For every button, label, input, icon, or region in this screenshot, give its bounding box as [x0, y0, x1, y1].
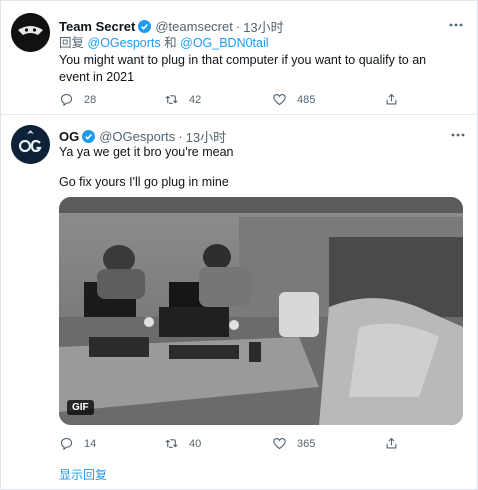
more-icon[interactable] [450, 127, 466, 143]
retweet-button[interactable]: 42 [164, 92, 201, 107]
tweet-text: You might want to plug in that computer … [59, 53, 427, 84]
team-secret-avatar-icon[interactable] [11, 13, 50, 52]
retweet-icon [165, 439, 178, 448]
og-avatar-icon[interactable] [11, 125, 50, 164]
separator-dot: · [178, 129, 183, 144]
retweet-button[interactable]: 40 [164, 436, 201, 451]
reply-icon [60, 437, 73, 451]
reply-and: 和 [164, 36, 177, 50]
mention-link[interactable]: @OGesports [88, 36, 161, 50]
reply-button[interactable]: 14 [59, 436, 96, 451]
share-button[interactable] [384, 436, 409, 451]
like-icon [273, 437, 286, 450]
retweet-count: 40 [189, 437, 202, 450]
more-icon[interactable] [448, 17, 464, 33]
user-handle[interactable]: @teamsecret [155, 19, 233, 34]
show-replies-link[interactable]: 显示回复 [59, 466, 107, 483]
gif-frame-image [59, 197, 463, 425]
reply-prefix: 回复 [59, 36, 85, 50]
timestamp[interactable]: 13小时 [243, 17, 283, 36]
reply-context: 回复 @OGesports 和 @OG_BDN0tail [59, 35, 459, 52]
gif-badge: GIF [67, 400, 94, 415]
separator-dot: · [235, 19, 241, 34]
like-count: 485 [297, 93, 316, 106]
share-icon [386, 437, 397, 449]
share-icon [386, 93, 397, 105]
reply-icon [60, 93, 73, 107]
tweet-text-line2: Go fix yours I'll go plug in mine [59, 175, 229, 189]
verified-icon [82, 130, 96, 143]
reply-count: 28 [84, 93, 97, 106]
tweet-actions: 14 40 365 [59, 436, 399, 452]
tweet-actions: 28 42 485 [59, 92, 399, 108]
like-icon [273, 93, 286, 106]
share-button[interactable] [384, 92, 409, 107]
like-button[interactable]: 365 [272, 436, 315, 451]
mention-link[interactable]: @OG_BDN0tail [180, 36, 268, 50]
retweet-count: 42 [189, 93, 202, 106]
like-count: 365 [297, 437, 316, 450]
reply-button[interactable]: 28 [59, 92, 96, 107]
display-name[interactable]: OG [59, 129, 79, 144]
tweet-team-secret[interactable]: Team Secret @teamsecret · 13小时 回复 @OGesp… [0, 0, 476, 113]
user-handle[interactable]: @OGesports [99, 129, 175, 144]
like-button[interactable]: 485 [272, 92, 315, 107]
display-name[interactable]: Team Secret [59, 19, 135, 34]
tweet-header: Team Secret @teamsecret · 13小时 [59, 17, 284, 36]
gif-media[interactable]: GIF [59, 197, 463, 425]
tweet-text-line1: Ya ya we get it bro you're mean [59, 145, 234, 159]
retweet-icon [165, 95, 178, 104]
reply-count: 14 [84, 437, 97, 450]
verified-icon [138, 20, 152, 33]
